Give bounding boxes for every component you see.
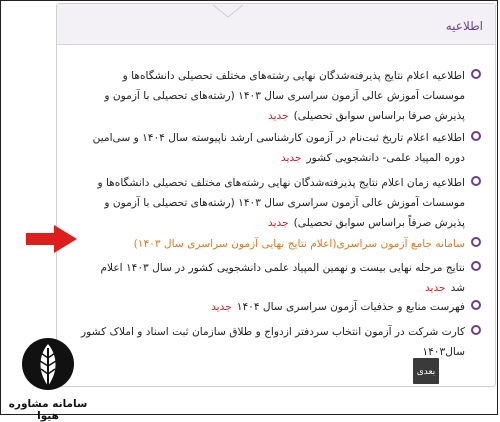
logo-feather-icon [22,338,74,390]
announcement-link[interactable]: فهرست منابع و حذفیات آزمون سراسری سال ۱۴… [81,297,465,317]
list-item[interactable]: اطلاعیه اعلام تاریخ ثبت‌نام در آزمون کار… [81,128,481,168]
bullet-icon [471,237,481,247]
list-item[interactable]: سامانه جامع آزمون سراسری(اعلام نتایج نها… [81,234,481,254]
bullet-icon [471,300,481,310]
red-arrow-icon [26,225,77,253]
list-item[interactable]: اطلاعیه اعلام نتایج پذیرفته‌شدگان نهایی … [81,66,481,126]
new-badge: جدید [280,152,302,164]
announcement-link-highlighted[interactable]: سامانه جامع آزمون سراسری(اعلام نتایج نها… [81,234,465,254]
watermark-logo: سامانه مشاوره هیوا [2,336,94,422]
list-item[interactable]: نتایج مرحله نهایی بیست و نهمین المپیاد ع… [81,258,481,298]
bullet-icon [471,69,481,79]
announcement-link[interactable]: اطلاعیه زمان اعلام نتایج پذیرفته‌شدگان ن… [81,173,465,233]
list-item[interactable]: اطلاعیه زمان اعلام نتایج پذیرفته‌شدگان ن… [81,173,481,233]
bullet-icon [471,176,481,186]
announcement-link[interactable]: اطلاعیه اعلام نتایج پذیرفته‌شدگان نهایی … [81,66,465,126]
new-badge: جدید [268,217,289,229]
list-item[interactable]: فهرست منابع و حذفیات آزمون سراسری سال ۱۴… [81,297,481,317]
bullet-icon [471,131,481,141]
new-badge: جدید [424,282,446,294]
announcement-link[interactable]: اطلاعیه اعلام تاریخ ثبت‌نام در آزمون کار… [81,128,465,168]
announcement-link[interactable]: کارت شرکت در آزمون انتخاب سردفتر ازدواج … [81,322,465,362]
new-badge: جدید [268,110,289,122]
new-badge: جدید [211,301,232,313]
bullet-icon [471,325,481,335]
bullet-icon [471,261,481,271]
logo-text: سامانه مشاوره هیوا [8,398,88,422]
header-notch-decoration [213,5,243,18]
next-page-button[interactable]: بعدی [413,358,439,384]
announcement-link[interactable]: نتایج مرحله نهایی بیست و نهمین المپیاد ع… [81,258,465,298]
announcements-panel: اطلاعیه اطلاعیه اعلام نتایج پذیرفته‌شدگا… [56,3,496,387]
panel-title: اطلاعیه [445,19,483,33]
panel-header: اطلاعیه [57,4,495,45]
list-item[interactable]: کارت شرکت در آزمون انتخاب سردفتر ازدواج … [81,322,481,362]
